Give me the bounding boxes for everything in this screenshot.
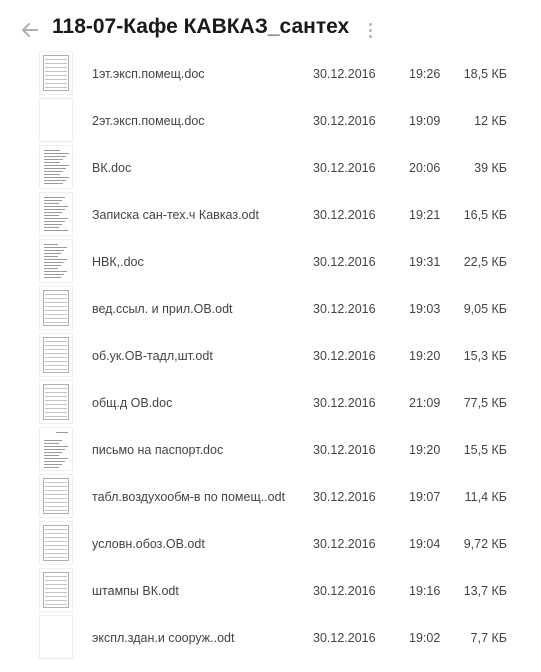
- file-date: 30.12.2016: [313, 537, 376, 551]
- file-time: 19:02: [409, 631, 441, 645]
- file-date: 30.12.2016: [313, 396, 376, 410]
- file-name: вед.ссыл. и прил.ОВ.odt: [92, 302, 233, 316]
- file-time: 19:26: [409, 67, 441, 81]
- file-thumbnail: [40, 616, 72, 658]
- file-name: 1эт.эксп.помещ.doc: [92, 67, 205, 81]
- file-date: 30.12.2016: [313, 302, 376, 316]
- file-name: НВК,.doc: [92, 255, 144, 269]
- file-row[interactable]: условн.обоз.ОВ.odt 30.12.2016 19:04 9,72 КБ: [0, 522, 541, 569]
- file-name: Записка сан-тех.ч Кавказ.odt: [92, 208, 259, 222]
- file-name: условн.обоз.ОВ.odt: [92, 537, 205, 551]
- file-size: 15,5 КБ: [463, 443, 507, 457]
- more-menu-button[interactable]: [363, 20, 377, 40]
- file-thumbnail: [40, 287, 72, 329]
- more-vertical-icon: [368, 22, 372, 26]
- file-time: 19:03: [409, 302, 441, 316]
- file-name: штампы ВК.odt: [92, 584, 179, 598]
- arrow-left-icon: [22, 23, 38, 37]
- file-date: 30.12.2016: [313, 631, 376, 645]
- file-size: 39 КБ: [474, 161, 507, 175]
- file-row[interactable]: табл.воздухообм-в по помещ..odt 30.12.201…: [0, 475, 541, 522]
- file-time: 20:06: [409, 161, 441, 175]
- file-row[interactable]: об.ук.ОВ-тадл,шт.odt 30.12.2016 19:20 15,3 …: [0, 334, 541, 381]
- file-thumbnail: [40, 146, 72, 188]
- file-time: 19:16: [409, 584, 441, 598]
- file-row[interactable]: штампы ВК.odt 30.12.2016 19:16 13,7 КБ: [0, 569, 541, 616]
- file-name: 2эт.эксп.помещ.doc: [92, 114, 205, 128]
- file-time: 19:07: [409, 490, 441, 504]
- file-list: 1эт.эксп.помещ.doc 30.12.2016 19:26 18,5 КБ…: [0, 52, 541, 663]
- file-date: 30.12.2016: [313, 490, 376, 504]
- file-size: 9,72 КБ: [463, 537, 507, 551]
- file-date: 30.12.2016: [313, 349, 376, 363]
- file-time: 19:31: [409, 255, 441, 269]
- file-date: 30.12.2016: [313, 208, 376, 222]
- file-name: экспл.здан.и сооруж..odt: [92, 631, 235, 645]
- file-thumbnail: [40, 522, 72, 564]
- file-thumbnail: [40, 569, 72, 611]
- file-date: 30.12.2016: [313, 67, 376, 81]
- file-time: 21:09: [409, 396, 441, 410]
- file-thumbnail: [40, 475, 72, 517]
- file-name: ВК.doc: [92, 161, 132, 175]
- file-name: об.ук.ОВ-тадл,шт.odt: [92, 349, 213, 363]
- file-row[interactable]: 1эт.эксп.помещ.doc 30.12.2016 19:26 18,5 КБ: [0, 52, 541, 99]
- file-time: 19:20: [409, 443, 441, 457]
- header-bar: 118-07-Кафе КАВКАЗ_сантех: [0, 0, 541, 60]
- file-date: 30.12.2016: [313, 114, 376, 128]
- file-date: 30.12.2016: [313, 584, 376, 598]
- file-name: письмо на паспорт.doc: [92, 443, 224, 457]
- file-time: 19:20: [409, 349, 441, 363]
- file-thumbnail: [40, 428, 72, 470]
- file-size: 77,5 КБ: [463, 396, 507, 410]
- file-thumbnail: [40, 99, 72, 141]
- file-row[interactable]: Записка сан-тех.ч Кавказ.odt 30.12.2016 19…: [0, 193, 541, 240]
- file-row[interactable]: общ.д ОВ.doc 30.12.2016 21:09 77,5 КБ: [0, 381, 541, 428]
- file-size: 15,3 КБ: [463, 349, 507, 363]
- file-name: табл.воздухообм-в по помещ..odt: [92, 490, 286, 504]
- file-row[interactable]: вед.ссыл. и прил.ОВ.odt 30.12.2016 19:03 9,…: [0, 287, 541, 334]
- file-time: 19:09: [409, 114, 441, 128]
- back-button[interactable]: [20, 20, 40, 40]
- file-date: 30.12.2016: [313, 161, 376, 175]
- file-thumbnail: [40, 334, 72, 376]
- file-row[interactable]: НВК,.doc 30.12.2016 19:31 22,5 КБ: [0, 240, 541, 287]
- file-size: 12 КБ: [474, 114, 507, 128]
- file-thumbnail: [40, 381, 72, 423]
- file-size: 22,5 КБ: [463, 255, 507, 269]
- file-size: 16,5 КБ: [463, 208, 507, 222]
- file-size: 11,4 КБ: [464, 490, 507, 504]
- file-row[interactable]: экспл.здан.и сооруж..odt 30.12.2016 19:02 7…: [0, 616, 541, 663]
- file-row[interactable]: 2эт.эксп.помещ.doc 30.12.2016 19:09 12 КБ: [0, 99, 541, 146]
- file-size: 18,5 КБ: [463, 67, 507, 81]
- file-size: 7,7 КБ: [470, 631, 507, 645]
- file-date: 30.12.2016: [313, 443, 376, 457]
- file-thumbnail: [40, 52, 72, 94]
- file-size: 13,7 КБ: [463, 584, 507, 598]
- file-name: общ.д ОВ.doc: [92, 396, 173, 410]
- file-time: 19:21: [409, 208, 441, 222]
- file-thumbnail: [40, 240, 72, 282]
- file-date: 30.12.2016: [313, 255, 376, 269]
- file-thumbnail: [40, 193, 72, 235]
- folder-title: 118-07-Кафе КАВКАЗ_сантех: [52, 15, 350, 38]
- file-row[interactable]: ВК.doc 30.12.2016 20:06 39 КБ: [0, 146, 541, 193]
- file-size: 9,05 КБ: [463, 302, 507, 316]
- file-time: 19:04: [409, 537, 441, 551]
- file-row[interactable]: письмо на паспорт.doc 30.12.2016 19:20 15,5…: [0, 428, 541, 475]
